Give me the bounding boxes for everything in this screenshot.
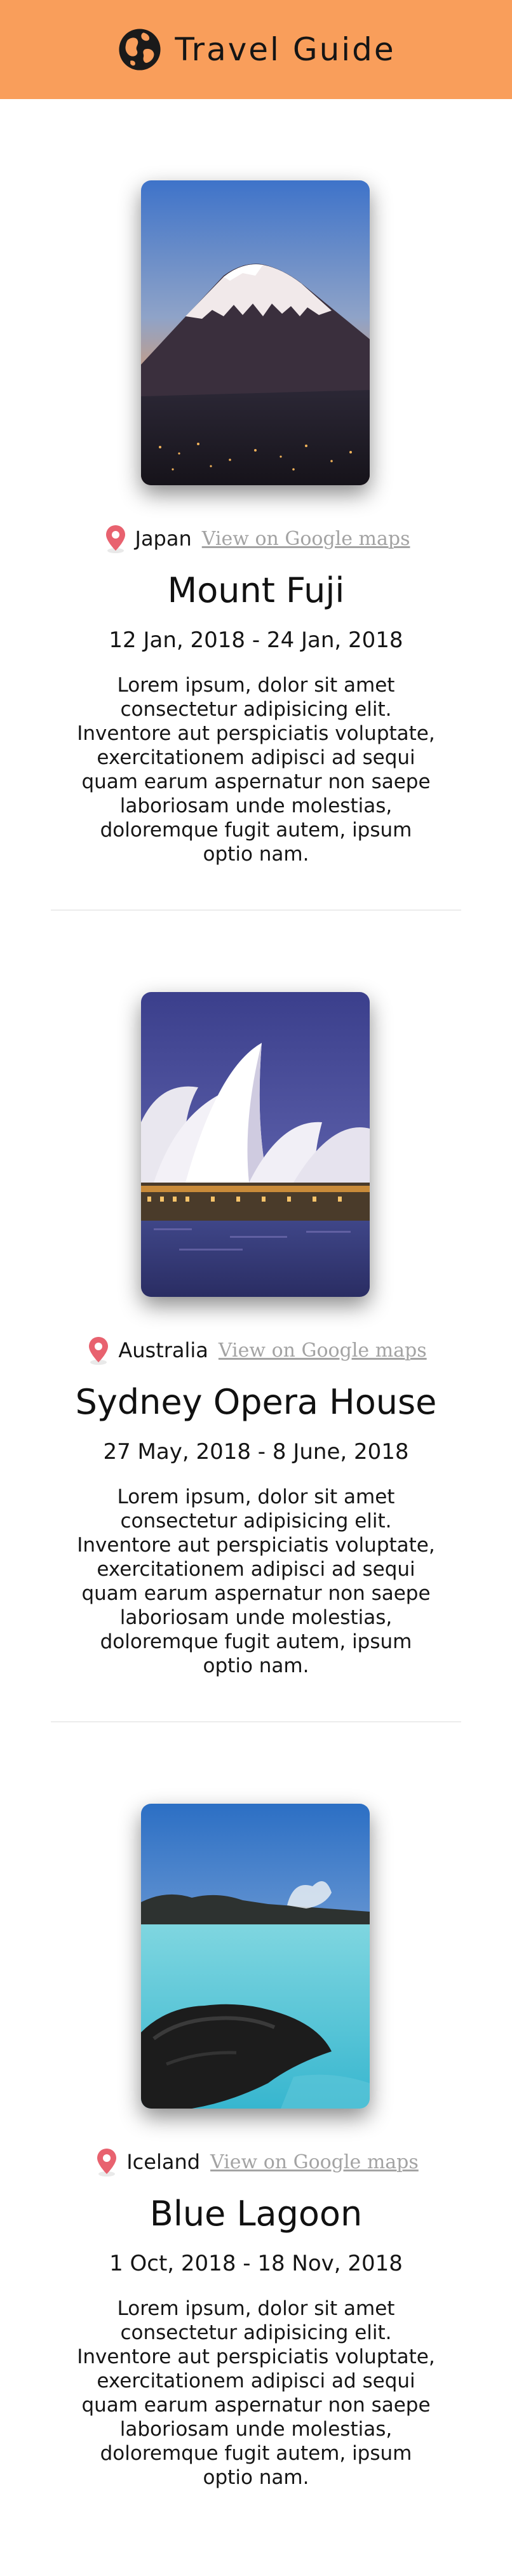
trip-dates: 1 Oct, 2018 - 18 Nov, 2018 (109, 2251, 403, 2276)
destination-description: Lorem ipsum, dolor sit amet consectetur … (77, 2297, 435, 2489)
destination-card-blue-lagoon: Iceland View on Google maps Blue Lagoon … (0, 1722, 512, 2534)
destination-card-sydney-opera-house: Australia View on Google maps Sydney Ope… (0, 911, 512, 1722)
map-pin-icon (97, 2149, 117, 2177)
map-pin-icon (105, 525, 125, 553)
destination-title: Mount Fuji (167, 570, 345, 610)
google-maps-link[interactable]: View on Google maps (219, 1339, 427, 1362)
trip-dates: 12 Jan, 2018 - 24 Jan, 2018 (109, 627, 403, 653)
globe-icon (119, 29, 161, 70)
google-maps-link[interactable]: View on Google maps (202, 528, 410, 550)
country-label: Australia (118, 1338, 208, 1362)
page-title: Travel Guide (175, 31, 396, 68)
destination-photo (141, 992, 370, 1297)
trip-dates: 27 May, 2018 - 8 June, 2018 (103, 1439, 409, 1465)
google-maps-link[interactable]: View on Google maps (210, 2151, 419, 2173)
destination-photo (141, 180, 370, 485)
location-row: Japan View on Google maps (0, 521, 512, 556)
destination-photo (141, 1804, 370, 2109)
destination-description: Lorem ipsum, dolor sit amet consectetur … (77, 674, 435, 866)
mount-fuji-photo (141, 180, 370, 485)
destination-title: Blue Lagoon (149, 2194, 363, 2234)
blue-lagoon-photo (141, 1804, 370, 2109)
destination-card-mount-fuji: Japan View on Google maps Mount Fuji 12 … (0, 99, 512, 911)
map-pin-icon (89, 1337, 109, 1365)
location-row: Iceland View on Google maps (0, 2144, 512, 2180)
country-label: Japan (135, 527, 192, 551)
location-row: Australia View on Google maps (0, 1332, 512, 1368)
app-header: Travel Guide (0, 0, 512, 99)
country-label: Iceland (126, 2150, 201, 2174)
destination-title: Sydney Opera House (75, 1382, 437, 1422)
destination-description: Lorem ipsum, dolor sit amet consectetur … (77, 1486, 435, 1677)
sydney-opera-house-photo (141, 992, 370, 1297)
